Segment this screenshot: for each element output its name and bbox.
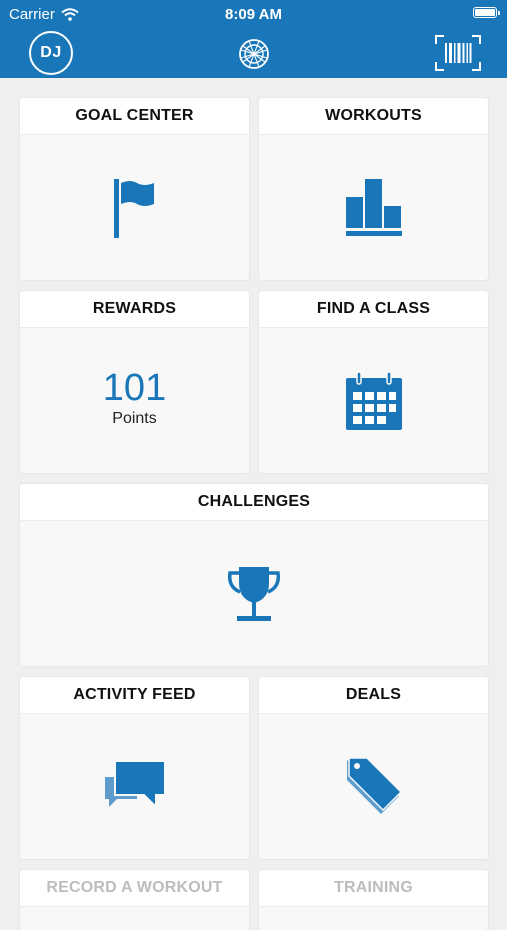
tile-rewards[interactable]: REWARDS 101 Points bbox=[20, 291, 249, 473]
rewards-points-label: Points bbox=[112, 409, 157, 427]
tile-title: DEALS bbox=[259, 677, 488, 714]
tile-goal-center[interactable]: GOAL CENTER bbox=[20, 98, 249, 280]
calendar-icon bbox=[345, 370, 402, 430]
tile-title: ACTIVITY FEED bbox=[20, 677, 249, 714]
bar-chart-icon bbox=[345, 178, 402, 236]
app-header: Carrier 8:09 AM DJ bbox=[0, 0, 507, 78]
status-time: 8:09 AM bbox=[225, 6, 282, 23]
tile-title: RECORD A WORKOUT bbox=[20, 870, 249, 907]
tile-title: TRAINING bbox=[259, 870, 488, 907]
tile-training[interactable]: TRAINING bbox=[259, 870, 488, 930]
tile-title: WORKOUTS bbox=[259, 98, 488, 135]
tile-deals[interactable]: DEALS bbox=[259, 677, 488, 859]
trophy-icon bbox=[227, 566, 281, 621]
tile-title: REWARDS bbox=[20, 291, 249, 328]
battery-icon bbox=[473, 7, 500, 18]
rewards-points-value: 101 bbox=[102, 366, 167, 409]
tags-icon bbox=[346, 756, 402, 814]
flag-icon bbox=[113, 178, 154, 238]
tile-title: GOAL CENTER bbox=[20, 98, 249, 135]
chat-bubbles-icon bbox=[104, 759, 166, 809]
avatar-button[interactable]: DJ bbox=[29, 31, 73, 75]
tile-title: CHALLENGES bbox=[20, 484, 488, 521]
globe-logo-icon bbox=[239, 39, 269, 69]
tile-challenges[interactable]: CHALLENGES bbox=[20, 484, 488, 666]
tile-find-a-class[interactable]: FIND A CLASS bbox=[259, 291, 488, 473]
tile-record-a-workout[interactable]: RECORD A WORKOUT bbox=[20, 870, 249, 930]
tile-title: FIND A CLASS bbox=[259, 291, 488, 328]
status-bar: Carrier 8:09 AM bbox=[0, 0, 507, 28]
tile-activity-feed[interactable]: ACTIVITY FEED bbox=[20, 677, 249, 859]
barcode-scan-icon[interactable] bbox=[435, 35, 481, 71]
tile-workouts[interactable]: WORKOUTS bbox=[259, 98, 488, 280]
